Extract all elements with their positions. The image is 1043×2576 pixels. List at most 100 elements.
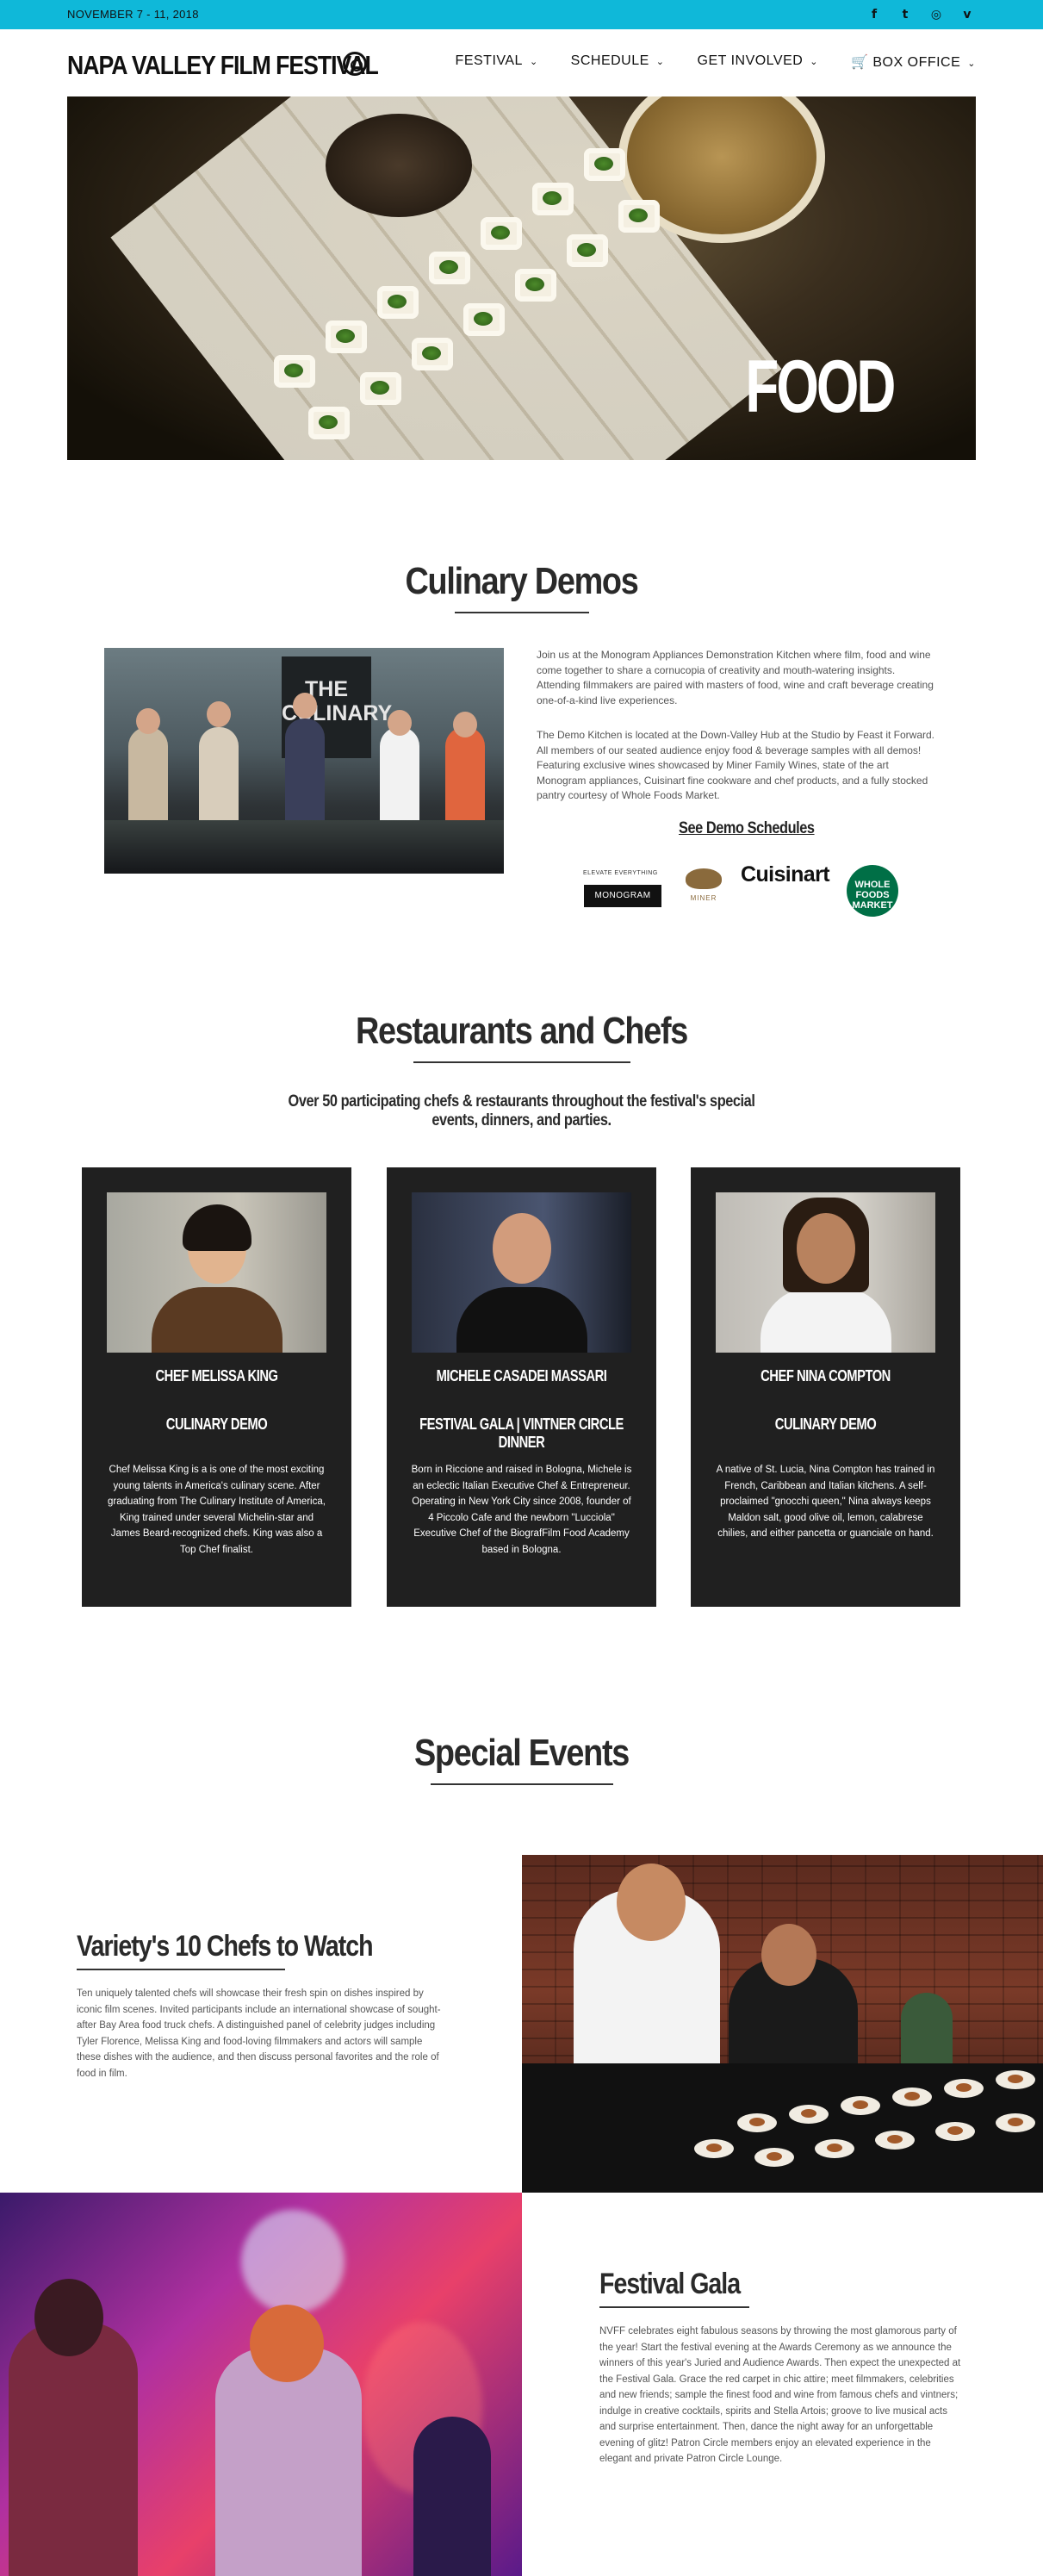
chef-name: CHEF NINA COMPTON xyxy=(761,1367,891,1384)
hero-dish xyxy=(412,338,453,370)
logo-emblem-icon[interactable] xyxy=(343,52,367,76)
person-head xyxy=(453,712,477,737)
chef-photo xyxy=(716,1192,935,1353)
nav-label: SCHEDULE xyxy=(570,53,649,68)
nav-label: GET INVOLVED xyxy=(697,53,804,68)
chef-bio: Born in Riccione and raised in Bologna, … xyxy=(411,1465,632,1555)
chef-photo xyxy=(412,1192,631,1353)
person-figure xyxy=(380,727,419,831)
hero-dish xyxy=(429,252,470,284)
special-events-heading: Special Events xyxy=(413,1732,630,1774)
event-underline xyxy=(599,2306,749,2308)
vimeo-icon[interactable]: v xyxy=(959,6,976,23)
hero-dish xyxy=(274,355,315,388)
guest-figure xyxy=(9,2322,138,2576)
nav-label: 🛒 BOX OFFICE xyxy=(851,55,961,70)
culinary-paragraph-2: The Demo Kitchen is located at the Down-… xyxy=(537,729,934,801)
instagram-icon[interactable]: ◎ xyxy=(928,6,945,23)
person-figure xyxy=(199,727,239,831)
culinary-demo-photo: THE CULINARY xyxy=(104,648,504,874)
nav-item-box-office[interactable]: 🛒 BOX OFFICE ⌄ xyxy=(851,53,976,71)
monogram-tagline: ELEVATE EVERYTHING xyxy=(583,870,658,876)
guest-head xyxy=(34,2279,103,2356)
hero-title: FOOD xyxy=(744,345,896,428)
nav-menu: FESTIVAL ⌄ SCHEDULE ⌄ GET INVOLVED ⌄ 🛒 BOX … xyxy=(456,53,976,71)
miner-logo[interactable]: MINER xyxy=(682,865,725,910)
plate xyxy=(875,2131,915,2150)
chef-face xyxy=(797,1213,855,1284)
chevron-down-icon: ⌄ xyxy=(967,59,976,69)
chef-card: CHEF NINA COMPTON CULINARY DEMO A native… xyxy=(691,1167,960,1607)
plate xyxy=(737,2113,777,2132)
event-title: Festival Gala xyxy=(599,2268,741,2300)
chef-photo xyxy=(107,1192,326,1353)
chevron-down-icon: ⌄ xyxy=(810,57,819,67)
nav-label: FESTIVAL xyxy=(455,53,523,68)
chef-role: CULINARY DEMO xyxy=(165,1416,268,1433)
social-links: f t ◎ v xyxy=(866,6,976,23)
chef-face xyxy=(493,1213,551,1284)
miner-wing-icon xyxy=(686,868,722,889)
plate xyxy=(841,2096,880,2115)
hero-dish xyxy=(360,372,401,405)
plate xyxy=(754,2148,794,2167)
nav-item-get-involved[interactable]: GET INVOLVED ⌄ xyxy=(698,53,819,71)
heading-underline xyxy=(431,1783,613,1785)
twitter-icon[interactable]: t xyxy=(897,6,914,23)
chevron-down-icon: ⌄ xyxy=(655,57,665,67)
monogram-logo[interactable]: MONOGRAM xyxy=(584,885,661,907)
person-head xyxy=(388,710,412,736)
balloon-light xyxy=(241,2210,345,2313)
person-figure xyxy=(128,727,168,831)
hero-dish xyxy=(618,200,660,233)
chef-bio: A native of St. Lucia, Nina Compton has … xyxy=(716,1465,935,1539)
chef-role: CULINARY DEMO xyxy=(774,1416,877,1433)
restaurants-subtitle: Over 50 participating chefs & restaurant… xyxy=(288,1092,755,1129)
kitchen-counter xyxy=(104,820,504,874)
hero-person-image xyxy=(326,114,472,217)
chef-name: CHEF MELISSA KING xyxy=(155,1367,278,1384)
chef-head xyxy=(761,1924,816,1986)
event-title: Variety's 10 Chefs to Watch xyxy=(77,1930,374,1963)
event-description: Ten uniquely talented chefs will showcas… xyxy=(77,1988,441,2079)
hero-dish xyxy=(584,148,625,181)
site-logo[interactable]: NAPA VALLEY FILM FESTIVAL xyxy=(67,50,379,81)
plate xyxy=(944,2079,984,2098)
chef-card: MICHELE CASADEI MASSARI FESTIVAL GALA | … xyxy=(387,1167,656,1607)
chef-head xyxy=(617,1864,686,1941)
event-description: NVFF celebrates eight fabulous seasons b… xyxy=(599,2326,961,2464)
see-demo-schedules-link[interactable]: See Demo Schedules xyxy=(679,819,815,838)
person-head xyxy=(207,701,231,727)
plate xyxy=(694,2139,734,2158)
hero-dish xyxy=(308,407,350,439)
event-underline xyxy=(77,1969,285,1970)
facebook-icon[interactable]: f xyxy=(866,6,883,23)
heading-underline xyxy=(413,1061,630,1063)
chevron-down-icon: ⌄ xyxy=(529,57,538,67)
person-figure xyxy=(445,727,485,831)
hero-dish xyxy=(463,303,505,336)
hero-dish xyxy=(532,183,574,215)
hero-dish xyxy=(326,320,367,353)
cuisinart-logo[interactable]: Cuisinart xyxy=(741,862,830,887)
festival-dates: NOVEMBER 7 - 11, 2018 xyxy=(67,8,199,21)
restaurants-heading: Restaurants and Chefs xyxy=(355,1010,688,1052)
nav-item-festival[interactable]: FESTIVAL ⌄ xyxy=(456,53,538,71)
whole-foods-logo[interactable]: WHOLE FOODS MARKET xyxy=(847,865,898,917)
hero-dish xyxy=(567,234,608,267)
culinary-heading: Culinary Demos xyxy=(405,560,638,602)
chef-role: FESTIVAL GALA | VINTNER CIRCLE DINNER xyxy=(419,1416,624,1451)
nav-item-schedule[interactable]: SCHEDULE ⌄ xyxy=(571,53,665,71)
top-bar: NOVEMBER 7 - 11, 2018 f t ◎ v xyxy=(0,0,1043,29)
hero-dish xyxy=(515,269,556,302)
main-nav: NAPA VALLEY FILM FESTIVAL FESTIVAL ⌄ SCHE… xyxy=(0,29,1043,96)
guest-head xyxy=(250,2305,324,2382)
person-head xyxy=(293,693,317,719)
hero-banner: FOOD xyxy=(67,96,976,460)
plate xyxy=(996,2070,1035,2089)
person-figure xyxy=(285,719,325,831)
hero-dish xyxy=(377,286,419,319)
plate xyxy=(892,2088,932,2106)
person-head xyxy=(136,708,160,734)
plate xyxy=(815,2139,854,2158)
